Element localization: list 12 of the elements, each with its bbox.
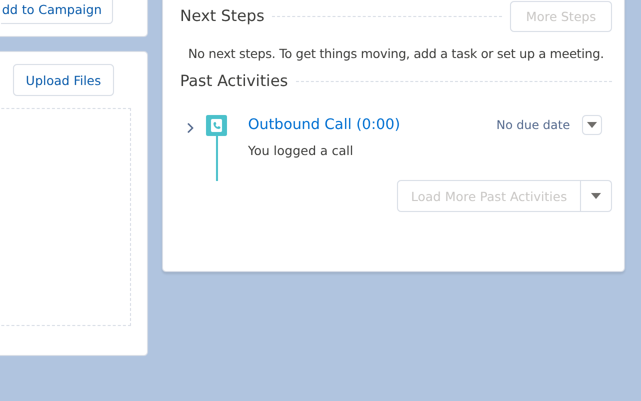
section-title: Next Steps xyxy=(180,7,264,25)
activity-title-link[interactable]: Outbound Call (0:00) xyxy=(248,117,496,133)
section-title: Past Activities xyxy=(180,72,288,90)
add-to-campaign-button[interactable]: dd to Campaign xyxy=(1,0,113,24)
caret-icon xyxy=(587,122,597,128)
due-date: No due date xyxy=(496,118,570,132)
load-more-menu-button[interactable] xyxy=(581,180,612,212)
activity-summary: You logged a call xyxy=(248,143,354,158)
empty-message: No next steps. To get things moving, add a task or set up a meeting. xyxy=(187,46,605,61)
activity-menu-button[interactable] xyxy=(582,115,602,135)
upload-files-button[interactable]: Upload Files xyxy=(12,64,114,96)
caret-icon xyxy=(591,193,601,199)
